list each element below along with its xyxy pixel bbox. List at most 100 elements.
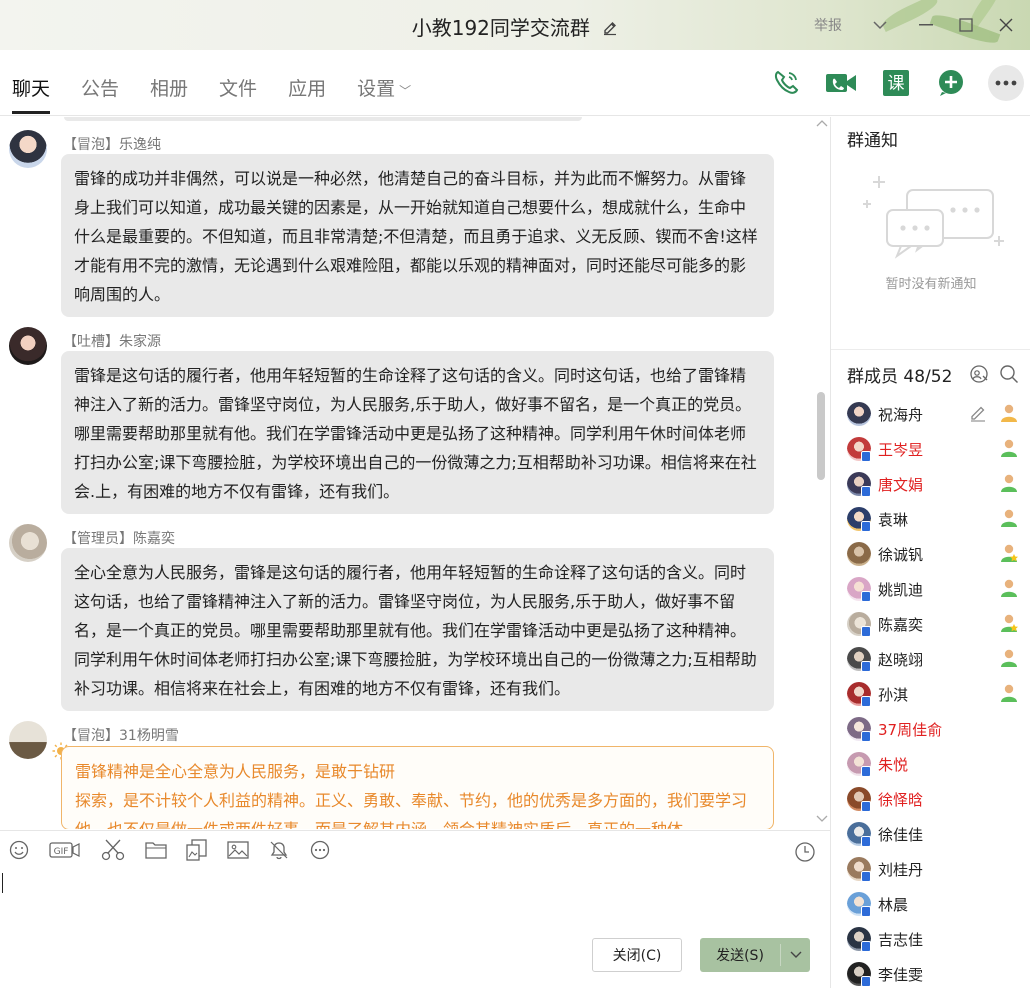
member-role-icon: [1001, 649, 1017, 667]
tab-chat[interactable]: 聊天: [12, 74, 51, 114]
voice-call-icon[interactable]: [768, 65, 804, 101]
avatar[interactable]: [9, 524, 47, 562]
group-side-panel: 群通知 暂时没有新通知 群成员 48/52 祝海舟 王岑昱 唐文娟 袁琳 徐诚钒…: [830, 117, 1030, 988]
member-name: 37周佳俞: [878, 721, 943, 739]
minimize-icon[interactable]: [906, 5, 946, 45]
device-badge-icon: [861, 906, 871, 917]
message-bubble[interactable]: 雷锋的成功并非偶然，可以说是一种必然，他清楚自己的奋斗目标，并为此而不懈努力。从…: [61, 154, 774, 317]
member-name: 朱悦: [878, 756, 909, 774]
previous-bubble-edge: [64, 117, 582, 121]
tab-settings[interactable]: 设置 ﹀: [357, 74, 411, 114]
more-circle-icon[interactable]: [309, 839, 331, 861]
device-badge-icon: [861, 486, 871, 497]
collapse-chevron-icon[interactable]: [860, 5, 900, 45]
group-notice-title[interactable]: 群通知: [847, 126, 898, 151]
chat-message-area[interactable]: 【冒泡】 乐逸纯 雷锋的成功并非偶然，可以说是一种必然，他清楚自己的奋斗目标，并为…: [0, 117, 830, 829]
tab-album[interactable]: 相册: [150, 74, 188, 114]
member-item[interactable]: 祝海舟: [831, 396, 1030, 431]
message-input-area[interactable]: GIF 关闭(C) 发送(S): [0, 830, 830, 988]
device-badge-icon: [861, 941, 871, 952]
sender-tag: 【冒泡】: [63, 728, 119, 744]
avatar[interactable]: [9, 327, 47, 365]
member-item[interactable]: 孙淇: [831, 676, 1030, 711]
member-item[interactable]: 唐文娟: [831, 466, 1030, 501]
sender-name[interactable]: 朱家源: [119, 334, 161, 350]
member-item[interactable]: 陈嘉奕: [831, 606, 1030, 641]
gif-icon[interactable]: GIF: [49, 839, 81, 861]
bell-icon[interactable]: [268, 839, 290, 861]
scissors-icon[interactable]: [100, 839, 126, 861]
member-item[interactable]: 朱悦: [831, 746, 1030, 781]
member-item[interactable]: 姚凯迪: [831, 571, 1030, 606]
avatar[interactable]: [9, 721, 47, 759]
send-button[interactable]: 发送(S): [700, 945, 780, 965]
tab-announcement[interactable]: 公告: [81, 74, 119, 114]
member-item[interactable]: 林晨: [831, 886, 1030, 921]
send-button-group: 发送(S): [700, 938, 810, 972]
scroll-up-arrow-icon[interactable]: [816, 119, 828, 127]
add-app-icon[interactable]: [933, 65, 969, 101]
message-bubble-special[interactable]: 雷锋精神是全心全意为人民服务，是敢于钻研 探索，是不计较个人利益的精神。正义、勇…: [61, 746, 774, 829]
member-role-icon: [1001, 439, 1017, 457]
clock-icon[interactable]: [794, 841, 816, 863]
sender-name[interactable]: 31杨明雪: [119, 728, 179, 744]
sender-name[interactable]: 乐逸纯: [119, 137, 161, 153]
member-name: 徐怿晗: [878, 791, 924, 809]
edit-icon[interactable]: [969, 404, 987, 422]
tab-files[interactable]: 文件: [219, 74, 257, 114]
member-item[interactable]: 李佳雯: [831, 956, 1030, 988]
maximize-icon[interactable]: [946, 5, 986, 45]
search-icon[interactable]: [999, 364, 1019, 384]
report-link[interactable]: 举报: [814, 15, 842, 35]
member-name: 赵晓翊: [878, 651, 924, 669]
close-button[interactable]: 关闭(C): [592, 938, 682, 972]
member-name: 李佳雯: [878, 966, 924, 984]
device-badge-icon: [861, 626, 871, 637]
message-bubble[interactable]: 雷锋是这句话的履行者，他用年轻短暂的生命诠释了这句话的含义。同时这句话，也给了雷…: [61, 351, 774, 514]
picture-icon[interactable]: [227, 839, 249, 861]
member-name: 祝海舟: [878, 406, 924, 424]
send-options-chevron-icon[interactable]: [781, 948, 810, 962]
tab-bar: 聊天 公告 相册 文件 应用 设置 ﹀ 课: [0, 50, 1030, 116]
member-role-icon: [1001, 474, 1017, 492]
sender-name[interactable]: 陈嘉奕: [133, 531, 175, 547]
tab-apps[interactable]: 应用: [288, 74, 326, 114]
message-text-line: 探索，是不计较个人利益的精神。正义、勇敢、奉献、节约，他的优秀是多方面的，我们要…: [75, 791, 748, 829]
sender-label: 【吐槽】朱家源: [63, 331, 161, 351]
folder-icon[interactable]: [145, 839, 167, 861]
member-item[interactable]: 吉志佳: [831, 921, 1030, 956]
video-call-icon[interactable]: [823, 65, 859, 101]
message-bubble[interactable]: 全心全意为人民服务，雷锋是这句话的履行者，他用年轻短暂的生命诠释了这句话的含义。…: [61, 548, 774, 711]
member-item[interactable]: 袁琳: [831, 501, 1030, 536]
member-item[interactable]: 徐佳佳: [831, 816, 1030, 851]
member-list[interactable]: 祝海舟 王岑昱 唐文娟 袁琳 徐诚钒 姚凯迪 陈嘉奕 赵晓翊 孙淇 37周佳俞 …: [831, 396, 1030, 988]
member-item[interactable]: 王岑昱: [831, 431, 1030, 466]
member-item[interactable]: 37周佳俞: [831, 711, 1030, 746]
member-item[interactable]: 赵晓翊: [831, 641, 1030, 676]
member-item[interactable]: 徐怿晗: [831, 781, 1030, 816]
device-badge-icon: [861, 451, 871, 462]
scrollbar-thumb[interactable]: [817, 392, 825, 480]
edit-title-icon[interactable]: [602, 20, 618, 36]
scroll-down-arrow-icon[interactable]: [816, 815, 828, 823]
sender-label: 【冒泡】31杨明雪: [63, 725, 179, 745]
member-name: 唐文娟: [878, 476, 924, 494]
avatar: [847, 542, 871, 566]
image-transfer-icon[interactable]: [186, 839, 208, 861]
empty-notice-illustration: [863, 176, 1004, 259]
more-icon[interactable]: [988, 65, 1024, 101]
member-name: 林晨: [878, 896, 909, 914]
member-item[interactable]: 刘桂丹: [831, 851, 1030, 886]
member-item[interactable]: 徐诚钒: [831, 536, 1030, 571]
class-icon[interactable]: 课: [878, 65, 914, 101]
member-filter-icon[interactable]: [969, 364, 989, 384]
member-name: 刘桂丹: [878, 861, 924, 879]
member-name: 孙淇: [878, 686, 909, 704]
device-badge-icon: [861, 696, 871, 707]
member-name: 徐诚钒: [878, 546, 924, 564]
emoji-icon[interactable]: [8, 839, 30, 861]
members-count-title: 群成员 48/52: [847, 367, 953, 387]
avatar[interactable]: [9, 130, 47, 168]
close-icon[interactable]: [986, 5, 1026, 45]
member-name: 陈嘉奕: [878, 616, 924, 634]
